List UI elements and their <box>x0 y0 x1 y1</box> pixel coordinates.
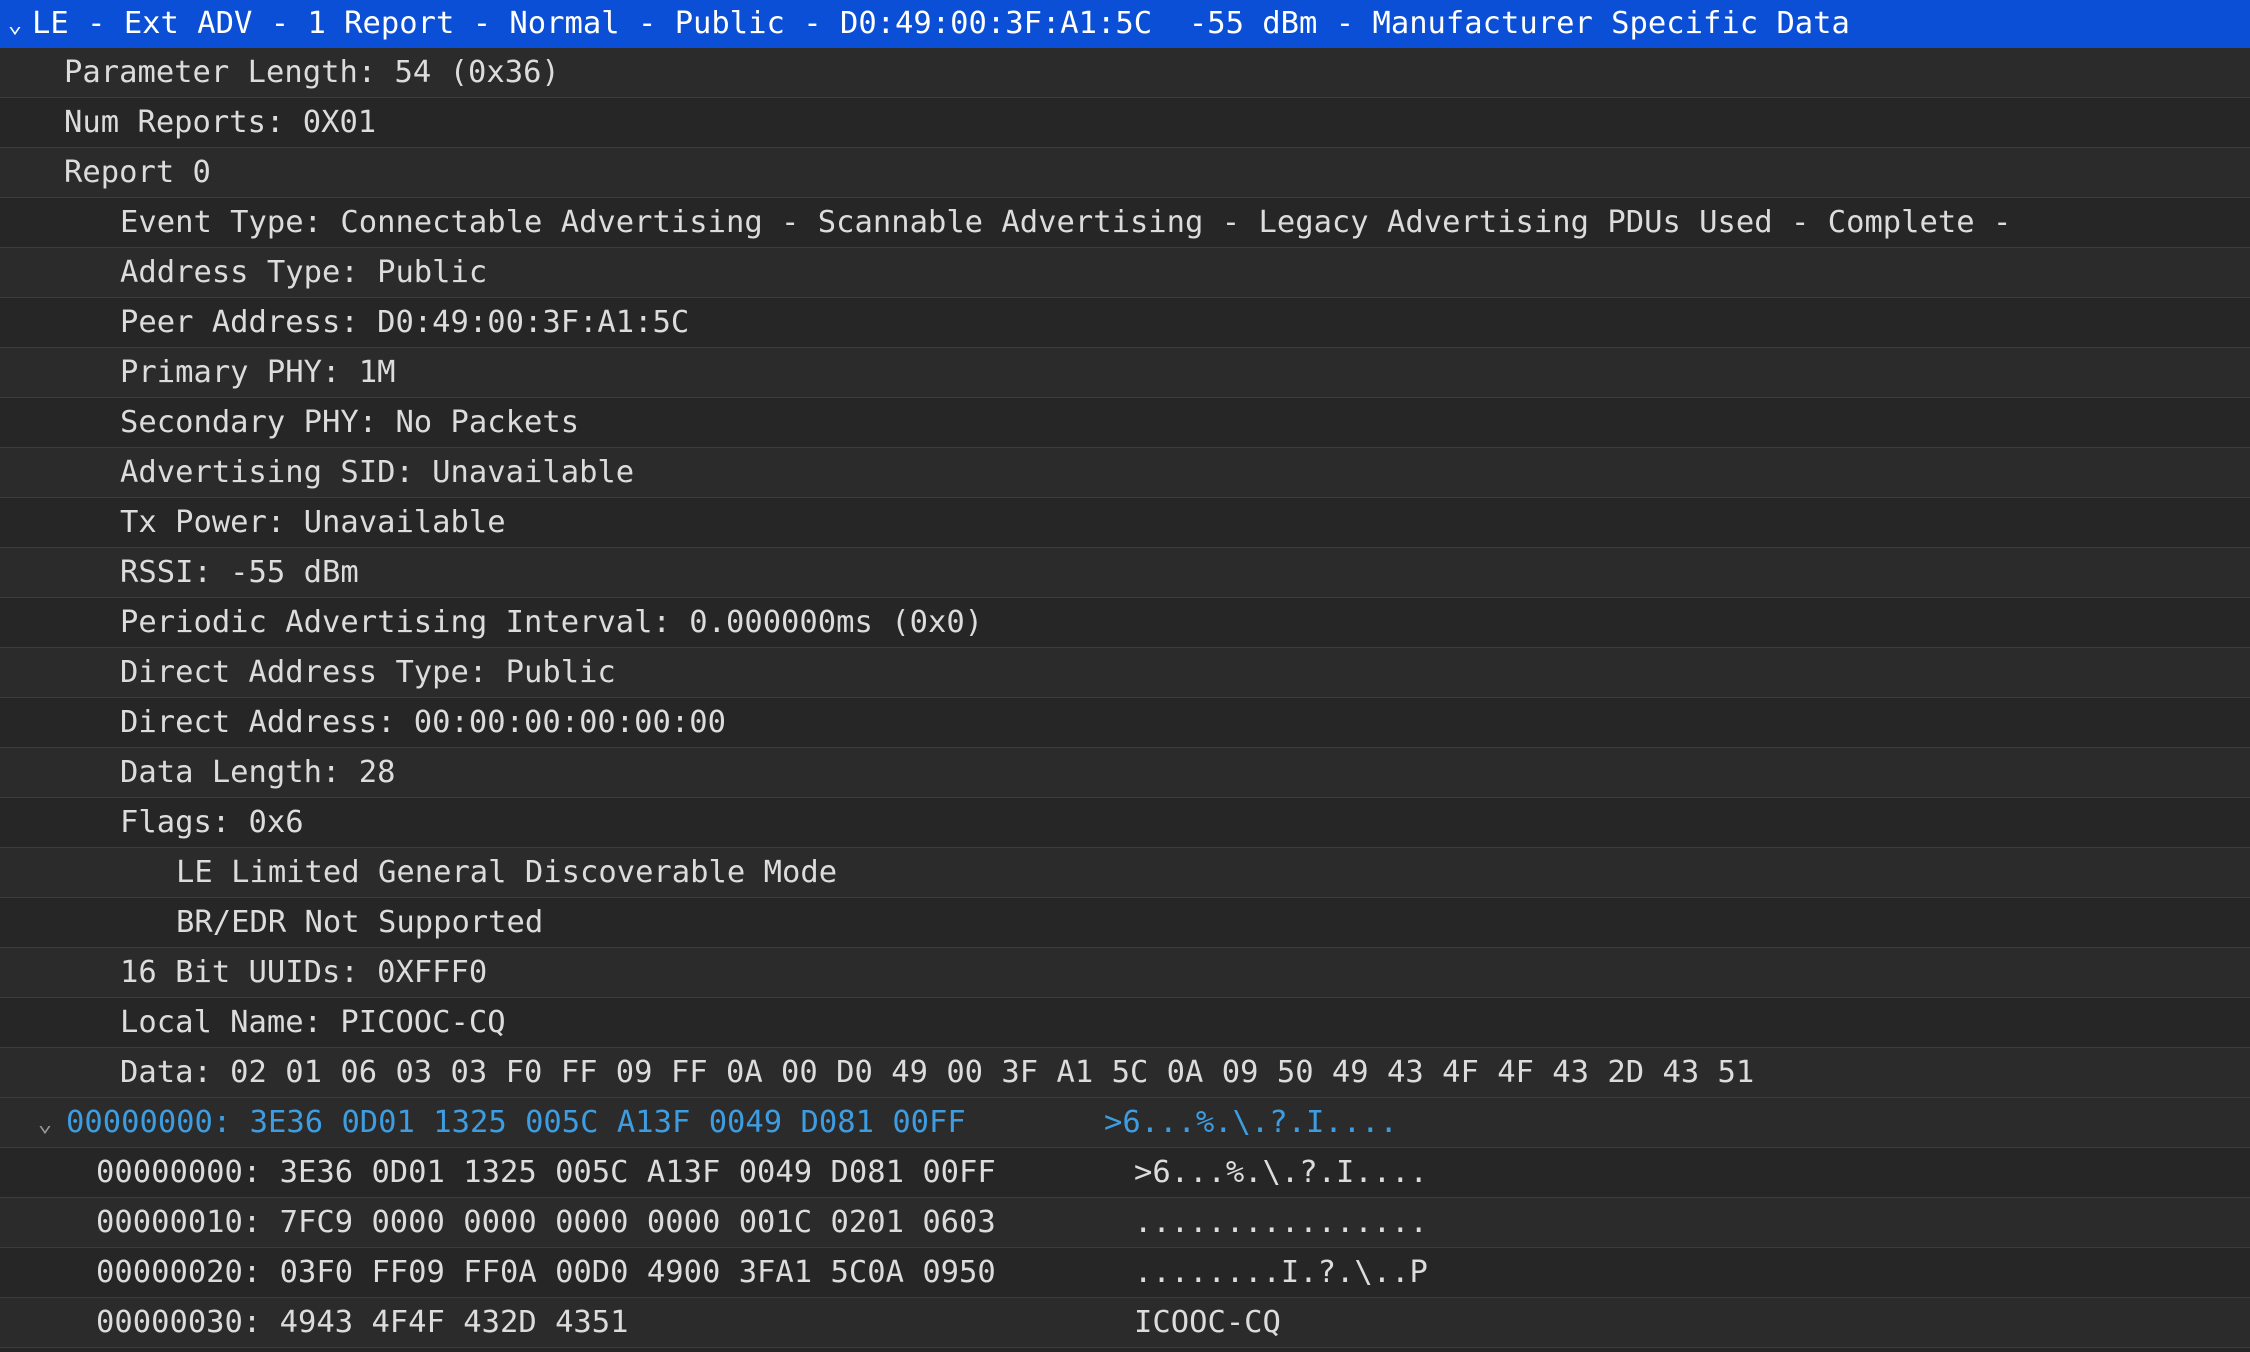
field-local-name[interactable]: Local Name: PICOOC-CQ <box>0 998 2250 1048</box>
hexdump-ascii: ................ <box>1134 1205 1428 1240</box>
packet-header-row[interactable]: ⌄ LE - Ext ADV - 1 Report - Normal - Pub… <box>0 0 2250 48</box>
hexdump-ascii: ........I.?.\..P <box>1134 1255 1428 1290</box>
field-periodic-interval[interactable]: Periodic Advertising Interval: 0.000000m… <box>0 598 2250 648</box>
hexdump-hex: 00000010: 7FC9 0000 0000 0000 0000 001C … <box>96 1205 996 1240</box>
hexdump-summary-ascii: >6...%.\.?.I.... <box>1104 1105 1398 1140</box>
field-report[interactable]: Report 0 <box>0 148 2250 198</box>
field-flag-le-limited[interactable]: LE Limited General Discoverable Mode <box>0 848 2250 898</box>
chevron-down-icon[interactable]: ⌄ <box>4 0 26 47</box>
field-address-type[interactable]: Address Type: Public <box>0 248 2250 298</box>
hexdump-row[interactable]: 00000030: 4943 4F4F 432D 4351 ICOOC-CQ <box>0 1298 2250 1348</box>
field-data-length[interactable]: Data Length: 28 <box>0 748 2250 798</box>
field-data[interactable]: Data: 02 01 06 03 03 F0 FF 09 FF 0A 00 D… <box>0 1048 2250 1098</box>
field-primary-phy[interactable]: Primary PHY: 1M <box>0 348 2250 398</box>
hexdump-hex: 00000030: 4943 4F4F 432D 4351 <box>96 1305 629 1340</box>
field-num-reports[interactable]: Num Reports: 0X01 <box>0 98 2250 148</box>
hexdump-row[interactable]: 00000020: 03F0 FF09 FF0A 00D0 4900 3FA1 … <box>0 1248 2250 1298</box>
packet-header-title: LE - Ext ADV - 1 Report - Normal - Publi… <box>32 6 1850 41</box>
hexdump-ascii: ICOOC-CQ <box>1134 1305 1281 1340</box>
hexdump-hex: 00000020: 03F0 FF09 FF0A 00D0 4900 3FA1 … <box>96 1255 996 1290</box>
hexdump-summary-row[interactable]: ⌄ 00000000: 3E36 0D01 1325 005C A13F 004… <box>0 1098 2250 1148</box>
hexdump-hex: 00000000: 3E36 0D01 1325 005C A13F 0049 … <box>96 1155 996 1190</box>
field-secondary-phy[interactable]: Secondary PHY: No Packets <box>0 398 2250 448</box>
chevron-down-icon[interactable]: ⌄ <box>34 1098 56 1147</box>
field-peer-address[interactable]: Peer Address: D0:49:00:3F:A1:5C <box>0 298 2250 348</box>
hexdump-row[interactable]: 00000000: 3E36 0D01 1325 005C A13F 0049 … <box>0 1148 2250 1198</box>
field-parameter-length[interactable]: Parameter Length: 54 (0x36) <box>0 48 2250 98</box>
hexdump-ascii: >6...%.\.?.I.... <box>1134 1155 1428 1190</box>
packet-detail-tree: ⌄ LE - Ext ADV - 1 Report - Normal - Pub… <box>0 0 2250 1348</box>
field-flag-bredr[interactable]: BR/EDR Not Supported <box>0 898 2250 948</box>
field-uuids[interactable]: 16 Bit UUIDs: 0XFFF0 <box>0 948 2250 998</box>
field-tx-power[interactable]: Tx Power: Unavailable <box>0 498 2250 548</box>
field-event-type[interactable]: Event Type: Connectable Advertising - Sc… <box>0 198 2250 248</box>
field-flags[interactable]: Flags: 0x6 <box>0 798 2250 848</box>
field-rssi[interactable]: RSSI: -55 dBm <box>0 548 2250 598</box>
hexdump-summary-hex: 00000000: 3E36 0D01 1325 005C A13F 0049 … <box>66 1105 966 1140</box>
field-direct-address[interactable]: Direct Address: 00:00:00:00:00:00 <box>0 698 2250 748</box>
hexdump-row[interactable]: 00000010: 7FC9 0000 0000 0000 0000 001C … <box>0 1198 2250 1248</box>
field-advertising-sid[interactable]: Advertising SID: Unavailable <box>0 448 2250 498</box>
field-direct-address-type[interactable]: Direct Address Type: Public <box>0 648 2250 698</box>
